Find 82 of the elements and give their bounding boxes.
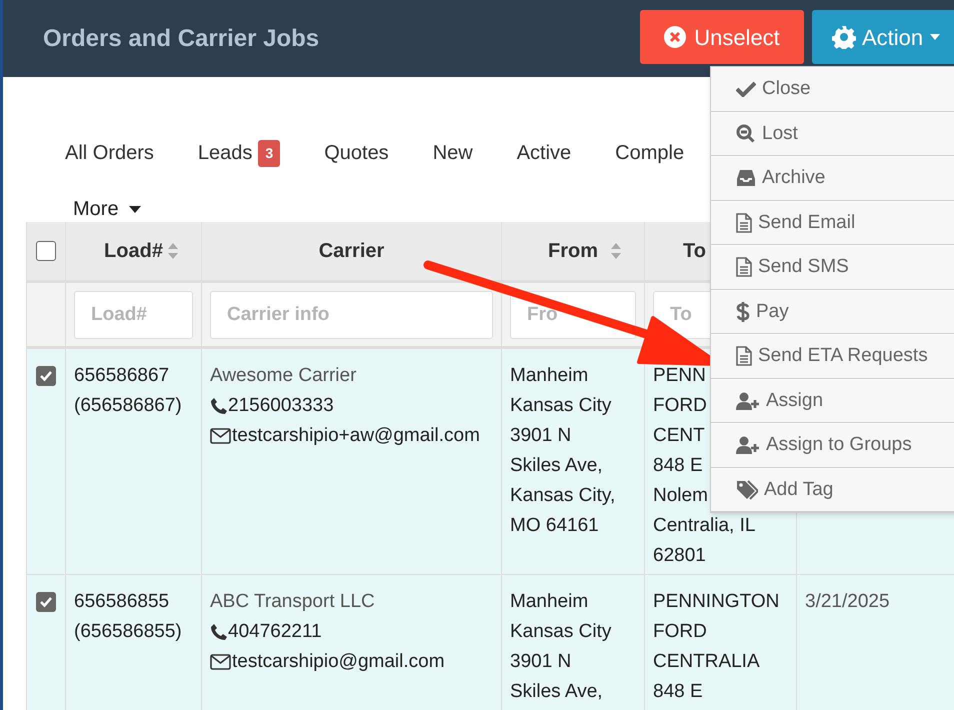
phone-icon (210, 623, 228, 641)
address-line: 3901 N (510, 651, 572, 673)
load-number: 656586867 (74, 364, 170, 388)
unselect-button[interactable]: Unselect (640, 10, 804, 64)
menu-item[interactable]: Send ETA Requests (711, 334, 954, 378)
checkbox[interactable] (36, 366, 56, 386)
address-line: MO 64161 (510, 515, 599, 537)
address-line: 848 E (653, 681, 703, 703)
address-line: CENT (653, 425, 705, 447)
menu-item[interactable]: Pay (711, 290, 954, 334)
caret-icon (128, 206, 141, 212)
date-text: 3/21/2025 (805, 590, 891, 614)
address-line: CENTRALIA (653, 651, 760, 673)
column-header[interactable]: To (683, 236, 706, 266)
action-button[interactable]: Action (812, 10, 954, 64)
menu-item[interactable]: Archive (711, 156, 954, 200)
caret-icon (929, 33, 942, 41)
filter-field[interactable]: Carrier info (210, 290, 493, 338)
add-user-icon (736, 436, 760, 454)
check-icon (736, 81, 756, 98)
menu-item[interactable]: Lost (711, 112, 954, 156)
load-reference: (656586867) (74, 394, 183, 418)
column-header[interactable]: Load# (104, 236, 163, 266)
email-address: testcarshipio+aw@gmail.com (232, 424, 480, 448)
checkbox[interactable] (36, 592, 56, 612)
address-line: FORD (653, 621, 707, 643)
menu-item[interactable]: Send SMS (711, 245, 954, 290)
page-title: Orders and Carrier Jobs (43, 24, 320, 54)
settings-icon (832, 25, 856, 49)
address-line: Nolem (653, 485, 708, 507)
address-line: Skiles Ave, (510, 455, 603, 477)
document-icon (736, 257, 752, 278)
check-icon (39, 369, 53, 383)
document-icon (736, 212, 752, 233)
nav-tab[interactable]: All Orders (43, 132, 176, 174)
menu-item[interactable]: Assign (711, 378, 954, 423)
document-icon (736, 346, 752, 366)
envelope-icon (210, 428, 231, 444)
nav-tab[interactable]: Active (494, 132, 594, 174)
nav-tab[interactable]: Leads 3 (176, 132, 302, 174)
check-icon (39, 595, 53, 609)
menu-item[interactable]: Close (711, 67, 954, 112)
dollar-icon (736, 302, 750, 322)
tag-icon (736, 480, 758, 500)
count-badge: 3 (258, 140, 280, 166)
inbox-icon (736, 169, 756, 188)
filter-field[interactable]: Load# (74, 290, 193, 338)
phone-number: 404762211 (228, 620, 322, 644)
checkbox[interactable] (36, 241, 56, 261)
phone-icon (210, 397, 228, 415)
add-user-icon (736, 392, 760, 410)
column-header[interactable]: Carrier (318, 236, 384, 266)
search-icon (736, 124, 756, 144)
menu-item[interactable]: Assign to Groups (711, 423, 954, 468)
carrier-name: ABC Transport LLC (210, 590, 376, 614)
nav-tab[interactable]: New (410, 132, 495, 174)
address-line: Centralia, IL (653, 515, 756, 537)
address-line: Manheim (510, 365, 588, 387)
address-line: 848 E (653, 455, 703, 477)
column-header[interactable]: From (548, 236, 598, 266)
menu-item[interactable]: Add Tag (711, 468, 954, 512)
menu-item[interactable]: Send Email (711, 200, 954, 245)
address-line: Kansas City (510, 621, 612, 643)
envelope-icon (210, 654, 231, 670)
address-line: Manheim (510, 591, 588, 613)
address-line: 3901 N (510, 425, 572, 447)
address-line: PENNINGTON (653, 591, 780, 613)
address-line: Kansas City, (510, 485, 616, 507)
load-reference: (656586855) (74, 620, 183, 644)
address-line: PENN (653, 365, 706, 387)
load-number: 656586855 (74, 590, 170, 614)
email-address: testcarshipio@gmail.com (232, 650, 445, 674)
address-line: FORD (653, 395, 707, 417)
more-tab[interactable]: More (73, 194, 141, 224)
address-line: 62801 (653, 545, 706, 567)
nav-tab[interactable]: Quotes (302, 132, 411, 174)
carrier-name: Awesome Carrier (210, 364, 358, 388)
address-line: Kansas City (510, 395, 612, 417)
nav-tab[interactable]: Comple (593, 132, 706, 174)
address-line: Skiles Ave, (510, 681, 603, 703)
close-icon (664, 26, 686, 48)
phone-number: 2156003333 (228, 394, 334, 418)
